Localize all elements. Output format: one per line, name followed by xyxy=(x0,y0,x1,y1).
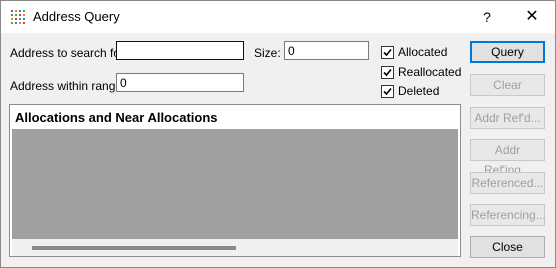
help-button[interactable]: ? xyxy=(471,5,503,29)
size-label: Size: xyxy=(254,46,281,60)
window-title: Address Query xyxy=(33,9,120,24)
range-input[interactable] xyxy=(116,73,244,92)
check-icon xyxy=(383,87,392,96)
reallocated-label: Reallocated xyxy=(398,65,462,79)
allocated-label: Allocated xyxy=(398,45,448,59)
addr-refing-button[interactable]: Addr Ref'ing... xyxy=(470,139,545,177)
app-grid-icon xyxy=(10,9,26,25)
clear-button[interactable]: Clear xyxy=(470,74,545,96)
allocated-check-box[interactable] xyxy=(381,46,394,59)
referenced-button[interactable]: Referenced... xyxy=(470,172,545,194)
size-input[interactable] xyxy=(284,41,369,60)
close-button[interactable]: Close xyxy=(470,236,545,258)
check-icon xyxy=(383,68,392,77)
referencing-button[interactable]: Referencing... xyxy=(470,204,546,226)
deleted-check-box[interactable] xyxy=(381,85,394,98)
list-header: Allocations and Near Allocations xyxy=(10,105,460,128)
range-label: Address within range: xyxy=(10,79,126,93)
list-body[interactable] xyxy=(12,129,458,239)
scrollbar-thumb[interactable] xyxy=(32,246,236,250)
horizontal-scrollbar[interactable] xyxy=(12,239,458,256)
title-bar: Address Query ? ✕ xyxy=(1,1,555,33)
address-query-dialog: Address Query ? ✕ Address to search for:… xyxy=(0,0,556,268)
close-window-button[interactable]: ✕ xyxy=(513,5,551,29)
address-input[interactable] xyxy=(116,41,244,60)
address-label: Address to search for: xyxy=(10,46,128,60)
reallocated-check-box[interactable] xyxy=(381,66,394,79)
allocations-list[interactable]: Allocations and Near Allocations xyxy=(9,104,461,257)
addr-refd-button[interactable]: Addr Ref'd... xyxy=(470,107,545,129)
check-icon xyxy=(383,48,392,57)
query-button[interactable]: Query xyxy=(470,41,545,63)
deleted-label: Deleted xyxy=(398,84,440,98)
